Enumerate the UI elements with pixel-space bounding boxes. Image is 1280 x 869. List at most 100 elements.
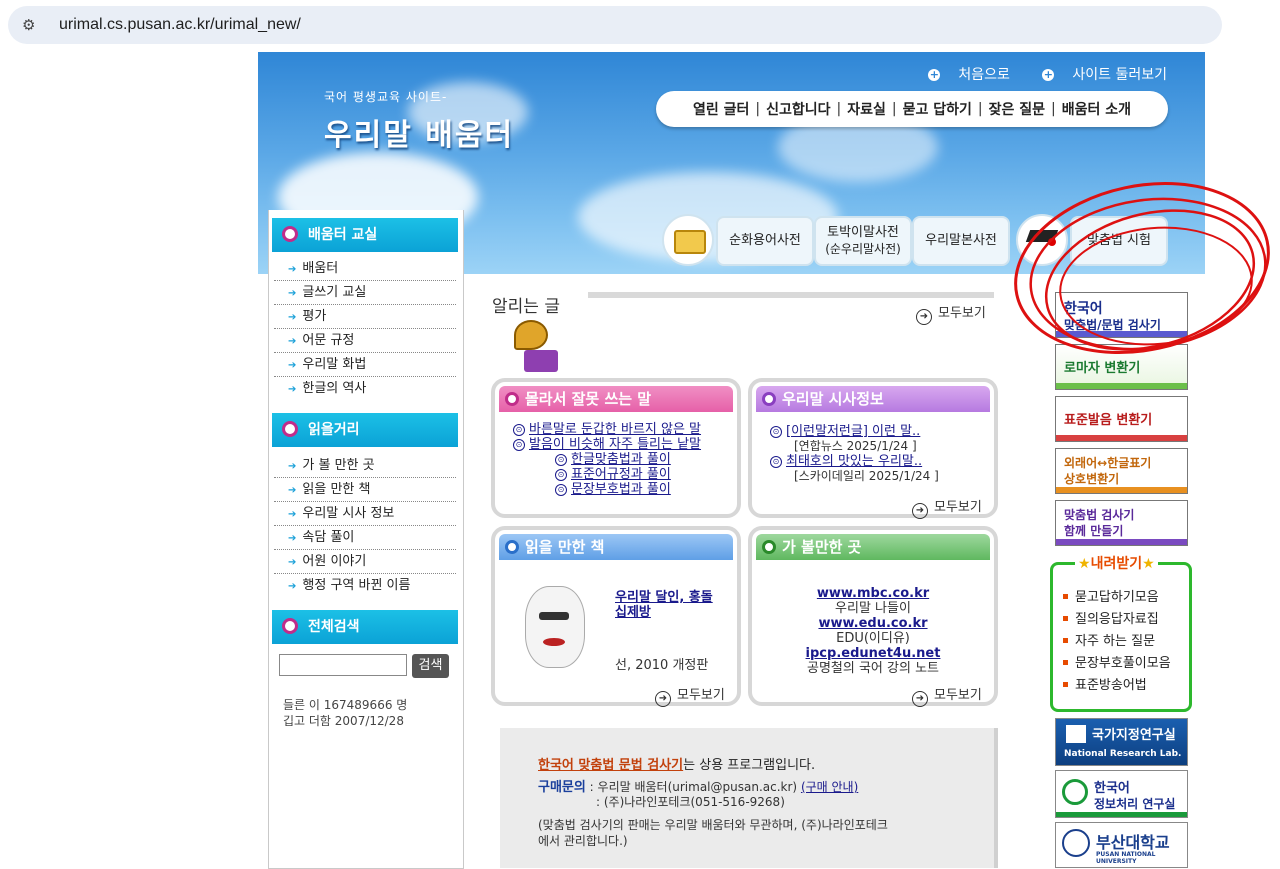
loanword-converter-button[interactable]: 외래어↔한글표기 상호변환기 bbox=[1055, 448, 1188, 494]
site-settings-icon[interactable]: ⚙ bbox=[22, 16, 40, 34]
tab-urimal-dict[interactable]: 우리말본사전 bbox=[912, 216, 1010, 266]
arrow-right-icon: ➜ bbox=[655, 691, 671, 707]
book-info: 선, 2010 개정판 bbox=[615, 658, 709, 673]
news-source: [스카이데일리 2025/1/24 ] bbox=[794, 469, 939, 483]
book-icon bbox=[662, 214, 714, 266]
bullet-icon bbox=[762, 540, 776, 554]
left-sidebar: 배움터 교실 ➔ 배움터 ➔ 글쓰기 교실 ➔ 평가 ➔ 어문 규정 ➔ 우리말 화법 ➔… bbox=[268, 210, 464, 869]
list-item[interactable]: ⊙ 한글맞춤법과 풀이 bbox=[513, 452, 701, 467]
site-name: 우리말 나들이 bbox=[835, 601, 911, 616]
sidebar-item[interactable]: ➔ 어원 이야기 bbox=[274, 550, 456, 574]
contact-label: 구매문의 bbox=[538, 780, 586, 795]
section-reading-header: 읽을거리 bbox=[272, 413, 458, 447]
sidebar-item[interactable]: ➔ 어문 규정 bbox=[274, 329, 456, 353]
sidebar-item[interactable]: ➔ 가 볼 만한 곳 bbox=[274, 454, 456, 478]
tab-native-words-dict[interactable]: 토박이말사전 (순우리말사전) bbox=[814, 216, 912, 266]
tab-refined-terms-dict[interactable]: 순화용어사전 bbox=[716, 216, 814, 266]
contact-info: : 우리말 배움터(urimal@pusan.ac.kr) bbox=[589, 780, 798, 794]
classroom-menu: ➔ 배움터 ➔ 글쓰기 교실 ➔ 평가 ➔ 어문 규정 ➔ 우리말 화법 ➔ 한글의 역사 bbox=[274, 257, 456, 400]
gramophone-icon bbox=[510, 320, 562, 376]
list-item[interactable]: ⊙ 표준어규정과 풀이 bbox=[513, 467, 701, 482]
site-subtitle: 국어 평생교육 사이트- bbox=[324, 90, 448, 104]
list-item[interactable]: ⊙ 바른말로 둔갑한 바르지 않은 말 bbox=[513, 422, 701, 437]
panel-header: 몰라서 잘못 쓰는 말 bbox=[499, 386, 733, 412]
contact-info: : (주)나라인포테크(051-516-9268) bbox=[596, 795, 785, 809]
reading-menu: ➔ 가 볼 만한 곳 ➔ 읽을 만한 책 ➔ 우리말 시사 정보 ➔ 속담 풀이 ➔ 어원… bbox=[274, 454, 456, 597]
bullet-icon bbox=[505, 540, 519, 554]
plus-icon: + bbox=[1042, 68, 1055, 81]
books-more-link[interactable]: ➜ 모두보기 bbox=[655, 684, 725, 707]
nav-faq[interactable]: 잦은 질문 bbox=[989, 99, 1045, 119]
visitor-count: 들른 이 167489666 명 bbox=[283, 698, 408, 712]
plus-icon: + bbox=[928, 68, 941, 81]
arrow-right-icon: ➜ bbox=[912, 503, 928, 519]
nav-open-board[interactable]: 열린 글터 bbox=[693, 99, 749, 119]
news-more-link[interactable]: ➜ 모두보기 bbox=[912, 496, 982, 519]
site-link[interactable]: www.mbc.co.kr bbox=[752, 586, 994, 601]
site-name: 공명철의 국어 강의 노트 bbox=[807, 661, 939, 676]
arrow-right-icon: ➜ bbox=[916, 309, 932, 325]
top-links: + 처음으로 + 사이트 둘러보기 bbox=[900, 64, 1167, 84]
list-item[interactable]: ⊙ 발음이 비슷해 자주 틀리는 낱말 bbox=[513, 437, 701, 452]
sidebar-item[interactable]: ➔ 평가 bbox=[274, 305, 456, 329]
pusan-university-logo[interactable]: 부산대학교 PUSAN NATIONAL UNIVERSITY bbox=[1055, 822, 1188, 868]
sidebar-item[interactable]: ➔ 우리말 화법 bbox=[274, 353, 456, 377]
sidebar-item[interactable]: ➔ 우리말 시사 정보 bbox=[274, 502, 456, 526]
download-item[interactable]: 표준방송어법 bbox=[1063, 675, 1171, 697]
download-item[interactable]: 질의응답자료집 bbox=[1063, 609, 1171, 631]
download-box: ★내려받기★ 묻고답하기모음 질의응답자료집 자주 하는 질문 문장부호풀이모음… bbox=[1050, 553, 1192, 712]
list-item[interactable]: ⊙ 최태호의 맛있는 우리말.. bbox=[770, 454, 939, 469]
bullet-icon bbox=[282, 421, 298, 437]
bullet-icon bbox=[505, 392, 519, 406]
product-info-box: 한국어 맞춤법 문법 검사기는 상용 프로그램입니다. 구매문의 : 우리말 배… bbox=[500, 728, 998, 868]
panel-header: 가 볼만한 곳 bbox=[756, 534, 990, 560]
bullet-icon bbox=[762, 392, 776, 406]
site-title[interactable]: 우리말 배움터 bbox=[324, 110, 514, 154]
sidebar-item[interactable]: ➔ 글쓰기 교실 bbox=[274, 281, 456, 305]
site-link[interactable]: ipcp.edunet4u.net bbox=[752, 646, 994, 661]
nav-archive[interactable]: 자료실 bbox=[847, 99, 886, 119]
sidebar-item[interactable]: ➔ 배움터 bbox=[274, 257, 456, 281]
news-source: [연합뉴스 2025/1/24 ] bbox=[794, 439, 917, 453]
list-item[interactable]: ⊙ 문장부호법과 풀이 bbox=[513, 482, 701, 497]
sitemap-link[interactable]: + 사이트 둘러보기 bbox=[1028, 67, 1167, 83]
download-item[interactable]: 문장부호풀이모음 bbox=[1063, 653, 1171, 675]
sidebar-item[interactable]: ➔ 읽을 만한 책 bbox=[274, 478, 456, 502]
build-spellcheck-button[interactable]: 맞춤법 검사기 함께 만들기 bbox=[1055, 500, 1188, 546]
panel-news: 우리말 시사정보 ⊙ [이런말저런글] 이런 말.. [연합뉴스 2025/1/2… bbox=[748, 378, 998, 519]
book-title-link[interactable]: 우리말 달인, 홍돌 십제방 bbox=[615, 590, 725, 620]
places-more-link[interactable]: ➜ 모두보기 bbox=[912, 684, 982, 707]
list-item[interactable]: ⊙ [이런말저런글] 이런 말.. bbox=[770, 424, 939, 439]
site-name: EDU(이디유) bbox=[836, 631, 910, 646]
disclaimer: (맞춤법 검사기의 판매는 우리말 배움터와 무관하며, (주)나라인포테크 bbox=[538, 818, 888, 832]
book-cover-image[interactable] bbox=[517, 572, 593, 682]
bullet-icon bbox=[282, 618, 298, 634]
korean-nlp-lab-logo[interactable]: 한국어 정보처리 연구실 bbox=[1055, 770, 1188, 818]
arrow-right-icon: ➜ bbox=[912, 691, 928, 707]
url-text: urimal.cs.pusan.ac.kr/urimal_new/ bbox=[59, 16, 301, 33]
search-button[interactable]: 검색 bbox=[412, 654, 449, 678]
sidebar-item[interactable]: ➔ 행정 구역 바뀐 이름 bbox=[274, 574, 456, 597]
panel-header: 우리말 시사정보 bbox=[756, 386, 990, 412]
product-link[interactable]: 한국어 맞춤법 문법 검사기 bbox=[538, 758, 683, 773]
national-research-lab-logo[interactable]: 국가지정연구실 National Research Lab. bbox=[1055, 718, 1188, 766]
sidebar-item[interactable]: ➔ 한글의 역사 bbox=[274, 377, 456, 400]
home-link[interactable]: + 처음으로 bbox=[914, 67, 1010, 83]
sidebar-item[interactable]: ➔ 속담 풀이 bbox=[274, 526, 456, 550]
panel-wrong-words: 몰라서 잘못 쓰는 말 ⊙ 바른말로 둔갑한 바르지 않은 말 ⊙ 발음이 비슷해 … bbox=[491, 378, 741, 518]
red-circle-annotation bbox=[1014, 181, 1270, 355]
nav-qna[interactable]: 묻고 답하기 bbox=[903, 99, 972, 119]
pronunciation-button[interactable]: 표준발음 변환기 bbox=[1055, 396, 1188, 442]
download-title: ★내려받기★ bbox=[1075, 553, 1158, 573]
star-icon: ★ bbox=[1142, 556, 1155, 572]
address-bar[interactable]: ⚙ urimal.cs.pusan.ac.kr/urimal_new/ bbox=[8, 6, 1222, 44]
download-item[interactable]: 자주 하는 질문 bbox=[1063, 631, 1171, 653]
download-item[interactable]: 묻고답하기모음 bbox=[1063, 587, 1171, 609]
nav-about[interactable]: 배움터 소개 bbox=[1062, 99, 1131, 119]
site-link[interactable]: www.edu.co.kr bbox=[752, 616, 994, 631]
purchase-guide-link[interactable]: (구매 안내) bbox=[801, 780, 858, 794]
panel-header: 읽을 만한 책 bbox=[499, 534, 733, 560]
notice-more-link[interactable]: ➜ 모두보기 bbox=[916, 302, 986, 325]
search-input[interactable] bbox=[279, 654, 407, 676]
nav-report[interactable]: 신고합니다 bbox=[766, 99, 830, 119]
